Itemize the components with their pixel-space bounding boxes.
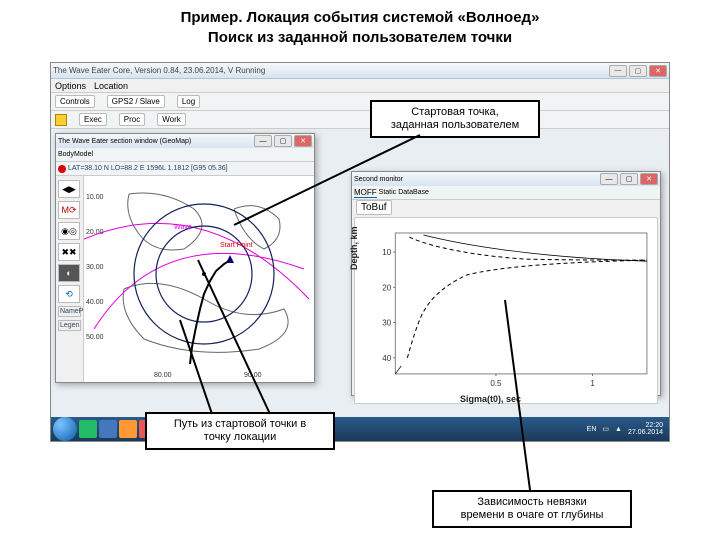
- proc-button[interactable]: Proc: [119, 113, 145, 126]
- slide-title-line2: Поиск из заданной пользователем точки: [40, 28, 680, 48]
- folder-icon[interactable]: [55, 114, 67, 126]
- window-controls: — ▢ ✕: [609, 65, 667, 77]
- map-window: The Wave Eater section window (GeoMap) —…: [55, 133, 315, 383]
- record-icon: [58, 165, 66, 173]
- main-tabs: Controls GPS2 / Slave Log: [51, 93, 669, 111]
- tobuf-button[interactable]: ToBuf: [356, 200, 392, 215]
- chart-toolbar: ToBuf: [352, 200, 660, 215]
- svg-text:30.00: 30.00: [86, 264, 104, 271]
- map-window-title: The Wave Eater section window (GeoMap): [58, 138, 191, 145]
- side-legend[interactable]: Legen: [58, 320, 81, 331]
- tool-icon-5[interactable]: ◐: [58, 264, 80, 282]
- annotation-dependency: Зависимость невязки времени в очаге от г…: [432, 490, 632, 528]
- annotation-start-point: Стартовая точка, заданная пользователем: [370, 100, 540, 138]
- map-side-toolbar: ◀▶ M⟳ ◉◎ ✖✖ ◐ ⟲ NameP Legen: [56, 176, 84, 382]
- tool-icon-3[interactable]: ◉◎: [58, 222, 80, 240]
- map-titlebar[interactable]: The Wave Eater section window (GeoMap) —…: [56, 134, 314, 148]
- svg-text:50.00: 50.00: [86, 334, 104, 341]
- chart-minimize[interactable]: —: [600, 173, 618, 185]
- svg-text:40.00: 40.00: [86, 299, 104, 306]
- menu-location[interactable]: Location: [94, 81, 128, 91]
- tray-time: 22:20: [628, 422, 663, 429]
- svg-text:Wave: Wave: [174, 224, 192, 231]
- maximize-button[interactable]: ▢: [629, 65, 647, 77]
- svg-text:40: 40: [382, 354, 391, 363]
- taskbar-icon-2[interactable]: [99, 420, 117, 438]
- tray-lang[interactable]: EN: [587, 426, 597, 433]
- chart-menu-database[interactable]: DataBase: [398, 189, 429, 196]
- chart-close[interactable]: ✕: [640, 173, 658, 185]
- annotation-dependency-text: Зависимость невязки времени в очаге от г…: [461, 496, 604, 521]
- slide-title: Пример. Локация события системой «Волное…: [0, 0, 720, 51]
- tray-date: 27.06.2014: [628, 429, 663, 436]
- map-info-bar: LAT=38.10 N LO=88.2 E 1596L 1.1812 [G95 …: [56, 162, 314, 176]
- geo-map-svg: 10.00 20.00 30.00 40.00 50.00: [84, 176, 314, 382]
- main-window-title: The Wave Eater Core, Version 0.84, 23.06…: [53, 66, 265, 75]
- work-button[interactable]: Work: [157, 113, 186, 126]
- chart-menu-static[interactable]: Static: [379, 189, 397, 196]
- tab-controls[interactable]: Controls: [55, 95, 95, 108]
- map-close[interactable]: ✕: [294, 135, 312, 147]
- start-button[interactable]: [53, 417, 77, 441]
- taskbar-icon-1[interactable]: [79, 420, 97, 438]
- menu-options[interactable]: Options: [55, 81, 86, 91]
- main-titlebar[interactable]: The Wave Eater Core, Version 0.84, 23.06…: [51, 63, 669, 79]
- tool-icon-6[interactable]: ⟲: [58, 285, 80, 303]
- main-window: The Wave Eater Core, Version 0.84, 23.06…: [51, 63, 669, 441]
- annotation-path-text: Путь из стартовой точки в точку локации: [174, 418, 306, 443]
- tray-flag-icon: ▭: [602, 425, 609, 433]
- map-menu-bodymodel[interactable]: BodyModel: [58, 151, 93, 158]
- chart-canvas[interactable]: 10 20 30 40 0.5 1: [354, 217, 658, 404]
- system-tray[interactable]: EN ▭ ▲ 22:20 27.06.2014: [587, 422, 667, 436]
- map-info-text: LAT=38.10 N LO=88.2 E 1596L 1.1812 [G95 …: [68, 165, 228, 172]
- tab-log[interactable]: Log: [177, 95, 200, 108]
- exec-button[interactable]: Exec: [79, 113, 107, 126]
- tray-volume-icon[interactable]: ▲: [615, 426, 622, 433]
- tool-icon-1[interactable]: ◀▶: [58, 180, 80, 198]
- slide-title-line1: Пример. Локация события системой «Волное…: [40, 8, 680, 28]
- chart-window: Second monitor — ▢ ✕ MOFF Static DataBas…: [351, 171, 661, 396]
- svg-text:20: 20: [382, 283, 391, 292]
- svg-text:30: 30: [382, 319, 391, 328]
- sigma-depth-chart: 10 20 30 40 0.5 1: [355, 218, 657, 403]
- map-minimize[interactable]: —: [254, 135, 272, 147]
- svg-text:80.00: 80.00: [154, 372, 172, 379]
- tool-icon-2[interactable]: M⟳: [58, 201, 80, 219]
- svg-text:10: 10: [382, 248, 391, 257]
- close-button[interactable]: ✕: [649, 65, 667, 77]
- minimize-button[interactable]: —: [609, 65, 627, 77]
- svg-text:90.00: 90.00: [244, 372, 262, 379]
- annotation-start-text: Стартовая точка, заданная пользователем: [391, 106, 519, 131]
- tab-gps2[interactable]: GPS2 / Slave: [107, 95, 165, 108]
- main-menubar[interactable]: Options Location: [51, 79, 669, 93]
- svg-text:1: 1: [590, 379, 595, 388]
- y-axis-label: Depth, km: [349, 226, 359, 270]
- main-toolbar: Exec Proc Work: [51, 111, 669, 129]
- svg-text:10.00: 10.00: [86, 194, 104, 201]
- side-namep[interactable]: NameP: [58, 306, 81, 317]
- svg-text:Start Point: Start Point: [220, 242, 253, 249]
- chart-titlebar[interactable]: Second monitor — ▢ ✕: [352, 172, 660, 186]
- tool-icon-4[interactable]: ✖✖: [58, 243, 80, 261]
- chart-menubar: MOFF Static DataBase: [352, 186, 660, 200]
- desktop-screenshot: The Wave Eater Core, Version 0.84, 23.06…: [50, 62, 670, 442]
- taskbar-icon-3[interactable]: [119, 420, 137, 438]
- annotation-path: Путь из стартовой точки в точку локации: [145, 412, 335, 450]
- map-menubar: BodyModel: [56, 148, 314, 162]
- x-axis-label: Sigma(t0), sec: [460, 394, 521, 404]
- taskbar[interactable]: EN ▭ ▲ 22:20 27.06.2014: [51, 417, 669, 441]
- chart-tab-moff[interactable]: MOFF: [354, 188, 377, 198]
- chart-maximize[interactable]: ▢: [620, 173, 638, 185]
- map-maximize[interactable]: ▢: [274, 135, 292, 147]
- svg-text:0.5: 0.5: [490, 379, 502, 388]
- chart-window-title: Second monitor: [354, 176, 403, 183]
- map-canvas[interactable]: 10.00 20.00 30.00 40.00 50.00: [84, 176, 314, 382]
